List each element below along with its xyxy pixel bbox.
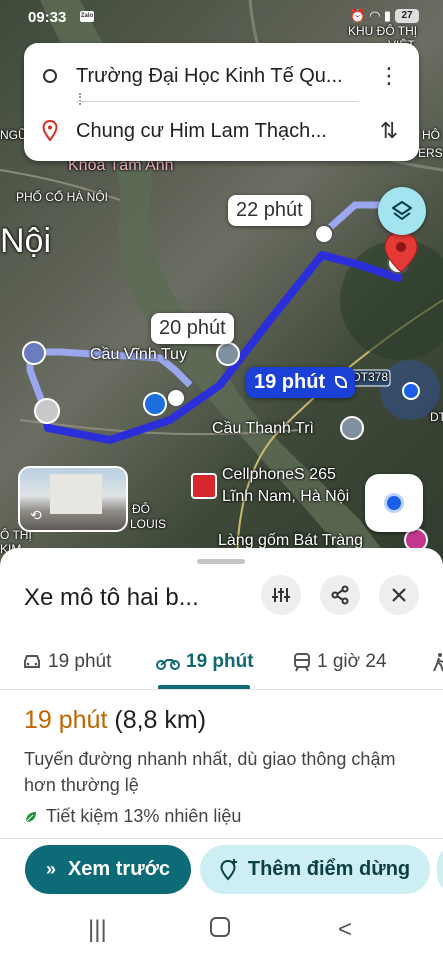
alarm-icon: ⏰ <box>349 8 366 23</box>
leaf-icon <box>25 811 36 822</box>
tab-motorbike[interactable]: 19 phút <box>156 634 254 690</box>
map-label: DT <box>430 410 443 424</box>
fuel-saving-text: Tiết kiệm 13% nhiên liệu <box>46 806 242 826</box>
directions-sheet: Xe mô tô hai b... 19 phút 19 phút 1 giờ … <box>0 548 443 960</box>
eta-time: 19 phút <box>24 706 108 734</box>
map-label: ERS <box>418 146 443 160</box>
map-label: Nội <box>0 222 52 260</box>
route-selected-time: 19 phút <box>254 371 326 393</box>
route-search-card: Trường Đại Học Kinh Tế Qu... ⋮ Chung cư … <box>24 43 419 161</box>
transit-icon <box>294 653 310 672</box>
layers-button[interactable] <box>378 187 426 235</box>
origin-field[interactable]: Trường Đại Học Kinh Tế Qu... <box>76 65 359 88</box>
destination-row[interactable]: Chung cư Him Lam Thạch... ⇅ <box>24 106 419 156</box>
route-alt-bubble[interactable]: 22 phút <box>228 195 311 226</box>
route-connector <box>79 93 81 105</box>
close-icon <box>392 588 406 602</box>
destination-pin-icon <box>42 120 58 142</box>
rotate-360-icon: ⟲ <box>30 507 42 523</box>
home-icon[interactable] <box>210 916 230 944</box>
map-label: LOUIS <box>130 517 167 531</box>
map-label: PHỐ CỔ HÀ NỘI <box>16 190 109 204</box>
divider <box>76 101 359 102</box>
motorbike-icon <box>156 659 180 670</box>
my-location-icon <box>387 496 401 510</box>
sheet-drag-handle[interactable] <box>197 559 245 564</box>
tune-icon <box>272 588 290 602</box>
status-bar: 09:33 Zalo ⏰ ◠ ▮ 27 <box>0 0 443 34</box>
more-options-icon[interactable]: ⋮ <box>359 63 419 89</box>
tab-transit-label: 1 giờ 24 <box>317 651 387 672</box>
travel-mode-tabs: 19 phút 19 phút 1 giờ 24 <box>0 634 443 690</box>
map-label: CellphoneS 265 <box>222 466 336 483</box>
route-alt-bubble[interactable]: 20 phút <box>151 313 234 344</box>
share-button[interactable] <box>320 575 360 615</box>
add-location-icon <box>220 858 237 880</box>
battery-icon: 27 <box>395 9 419 23</box>
preview-label: Xem trước <box>67 858 171 880</box>
back-icon[interactable]: < <box>338 916 352 944</box>
swap-icon[interactable]: ⇅ <box>359 118 419 144</box>
add-stop-button[interactable]: Thêm điểm dừng <box>200 845 430 894</box>
tab-car-label: 19 phút <box>48 651 112 672</box>
signal-icon: ▮ <box>383 8 391 23</box>
tab-motorbike-label: 19 phút <box>186 651 254 672</box>
map-label: Cầu Thanh Trì <box>212 420 314 437</box>
map-label: Cầu Vĩnh Tuy <box>90 346 187 363</box>
more-actions-button[interactable] <box>437 845 443 894</box>
status-time: 09:33 <box>28 9 67 26</box>
tab-transit[interactable]: 1 giờ 24 <box>293 634 387 690</box>
close-button[interactable] <box>379 575 419 615</box>
status-icons: ⏰ ◠ ▮ 27 <box>350 8 419 24</box>
route-summary: 19 phút (8,8 km) <box>24 706 206 735</box>
origin-row[interactable]: Trường Đại Học Kinh Tế Qu... ⋮ <box>24 51 419 101</box>
active-tab-indicator <box>158 685 250 689</box>
divider <box>0 838 443 839</box>
eco-leaf-icon <box>334 376 347 388</box>
sheet-title: Xe mô tô hai b... <box>24 584 199 611</box>
car-icon <box>24 655 40 668</box>
route-options-button[interactable] <box>261 575 301 615</box>
layers-icon <box>392 201 412 220</box>
share-icon <box>331 585 349 605</box>
my-location-button[interactable] <box>365 474 423 532</box>
zalo-notification-icon: Zalo <box>80 11 94 22</box>
wifi-icon: ◠ <box>369 8 380 23</box>
map-label: DT378 <box>352 370 389 384</box>
route-description: Tuyến đường nhanh nhất, dù giao thông ch… <box>24 749 396 795</box>
eta-distance: (8,8 km) <box>114 706 207 734</box>
destination-field[interactable]: Chung cư Him Lam Thạch... <box>76 120 359 143</box>
fuel-saving-note: Tiết kiệm 13% nhiên liệu <box>24 806 241 827</box>
double-chevron-icon: » <box>45 859 56 879</box>
map-label: HÔ <box>422 128 440 142</box>
building-image <box>50 474 102 514</box>
map-label: Lĩnh Nam, Hà Nội <box>222 488 350 505</box>
route-selected-bubble[interactable]: 19 phút <box>246 367 355 398</box>
preview-button[interactable]: » Xem trước <box>25 845 191 894</box>
tab-walk[interactable] <box>432 634 443 690</box>
add-stop-label: Thêm điểm dừng <box>247 858 411 880</box>
tab-car[interactable]: 19 phút <box>22 634 111 690</box>
street-view-thumbnail[interactable]: ⟲ <box>18 466 128 532</box>
origin-icon <box>43 69 57 83</box>
map-label: ĐÔ <box>132 502 150 516</box>
walk-icon <box>433 653 443 672</box>
recent-apps-icon[interactable]: ||| <box>88 916 107 944</box>
system-nav-bar: ||| < <box>0 900 443 960</box>
